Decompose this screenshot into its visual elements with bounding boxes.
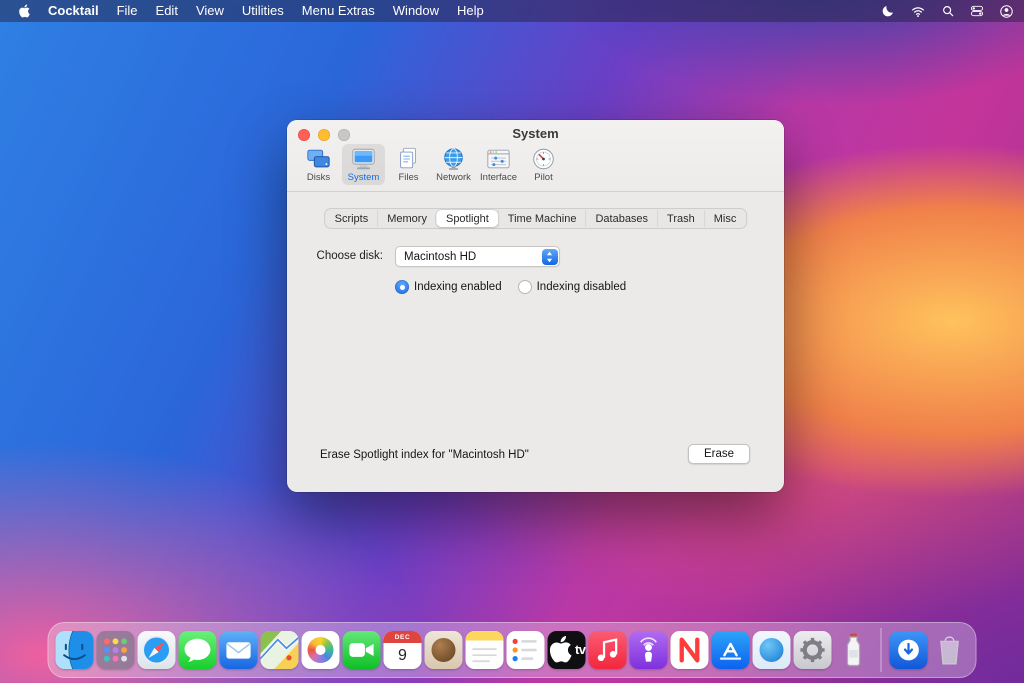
tab-scripts[interactable]: Scripts — [326, 210, 378, 227]
radio-indexing-enabled[interactable]: Indexing enabled — [395, 280, 502, 294]
dock: DEC9 tv — [48, 622, 977, 678]
menu-bar: Cocktail FileEditViewUtilitiesMenu Extra… — [0, 0, 1024, 22]
disks-icon — [305, 146, 332, 172]
toolbar-label: Interface — [480, 172, 517, 183]
control-center-icon[interactable] — [970, 4, 984, 18]
app-menu-cocktail[interactable]: Cocktail — [39, 0, 108, 22]
dock-app-brown[interactable] — [425, 631, 463, 669]
tab-time-machine[interactable]: Time Machine — [498, 210, 586, 227]
menu-items: FileEditViewUtilitiesMenu ExtrasWindowHe… — [108, 0, 493, 22]
dock-app-blue[interactable] — [753, 631, 791, 669]
calendar-day: 9 — [384, 643, 422, 669]
account-icon[interactable] — [999, 4, 1014, 19]
pilot-icon — [530, 146, 557, 172]
dock-app-store[interactable] — [712, 631, 750, 669]
apple-logo-icon[interactable] — [10, 4, 39, 19]
menu-file[interactable]: File — [108, 0, 147, 22]
dock-messages[interactable] — [179, 631, 217, 669]
wifi-icon[interactable] — [910, 4, 926, 19]
dock-finder[interactable] — [56, 631, 94, 669]
window-toolbar: Disks System Files Network Interface Pilot — [297, 144, 565, 185]
network-icon — [440, 146, 467, 172]
tab-misc[interactable]: Misc — [704, 210, 746, 227]
toolbar-disks[interactable]: Disks — [297, 144, 340, 185]
tab-trash[interactable]: Trash — [657, 210, 704, 227]
search-icon[interactable] — [941, 4, 955, 18]
dock-tv[interactable]: tv — [548, 631, 586, 669]
tab-spotlight[interactable]: Spotlight — [436, 210, 498, 227]
choose-disk-label: Choose disk: — [305, 250, 383, 262]
disk-select-value: Macintosh HD — [396, 251, 542, 263]
tv-logo-text: tv — [575, 642, 586, 657]
dock-music[interactable] — [589, 631, 627, 669]
toolbar-label: System — [348, 172, 380, 183]
calendar-month: DEC — [384, 631, 422, 643]
radio-label: Indexing enabled — [414, 281, 502, 293]
menu-help[interactable]: Help — [448, 0, 493, 22]
system-window: System Disks System Files Network Interface P… — [287, 120, 784, 492]
system-icon — [350, 146, 377, 172]
traffic-lights — [298, 129, 350, 141]
erase-caption: Erase Spotlight index for "Macintosh HD" — [320, 449, 529, 461]
radio-circle — [395, 280, 409, 294]
window-titlebar[interactable]: System Disks System Files Network Interface P… — [287, 120, 784, 192]
toolbar-pilot[interactable]: Pilot — [522, 144, 565, 185]
menu-menu-extras[interactable]: Menu Extras — [293, 0, 384, 22]
toolbar-label: Disks — [307, 172, 330, 183]
dock-reminders[interactable] — [507, 631, 545, 669]
toolbar-label: Files — [398, 172, 418, 183]
tab-bar: ScriptsMemorySpotlightTime MachineDataba… — [324, 208, 748, 229]
disk-select[interactable]: Macintosh HD — [395, 246, 560, 267]
dock-mail[interactable] — [220, 631, 258, 669]
toolbar-label: Pilot — [534, 172, 552, 183]
toolbar-network[interactable]: Network — [432, 144, 475, 185]
toolbar-files[interactable]: Files — [387, 144, 430, 185]
minimize-button[interactable] — [318, 129, 330, 141]
dock-podcasts[interactable] — [630, 631, 668, 669]
dock-maps[interactable] — [261, 631, 299, 669]
dock-downloads[interactable] — [890, 631, 928, 669]
toolbar-system[interactable]: System — [342, 144, 385, 185]
toolbar-interface[interactable]: Interface — [477, 144, 520, 185]
menu-window[interactable]: Window — [384, 0, 448, 22]
menu-utilities[interactable]: Utilities — [233, 0, 293, 22]
indexing-radio-group: Indexing enabled Indexing disabled — [395, 280, 626, 294]
dock-launchpad[interactable] — [97, 631, 135, 669]
close-button[interactable] — [298, 129, 310, 141]
dock-facetime[interactable] — [343, 631, 381, 669]
window-title: System — [287, 120, 784, 141]
radio-indexing-disabled[interactable]: Indexing disabled — [518, 280, 627, 294]
menu-edit[interactable]: Edit — [147, 0, 187, 22]
radio-label: Indexing disabled — [537, 281, 627, 293]
dock-news[interactable] — [671, 631, 709, 669]
popup-stepper-icon — [542, 249, 558, 265]
dock-separator — [876, 628, 887, 672]
files-icon — [395, 146, 422, 172]
radio-circle — [518, 280, 532, 294]
menu-left: Cocktail FileEditViewUtilitiesMenu Extra… — [10, 0, 493, 22]
tab-memory[interactable]: Memory — [377, 210, 436, 227]
interface-icon — [485, 146, 512, 172]
dock-cocktail[interactable] — [835, 631, 873, 669]
toolbar-label: Network — [436, 172, 471, 183]
window-content: ScriptsMemorySpotlightTime MachineDataba… — [287, 192, 784, 491]
erase-button[interactable]: Erase — [688, 444, 750, 464]
tab-databases[interactable]: Databases — [585, 210, 657, 227]
dock-notes[interactable] — [466, 631, 504, 669]
dark-mode-icon[interactable] — [881, 4, 895, 18]
dock-system-preferences[interactable] — [794, 631, 832, 669]
dock-safari[interactable] — [138, 631, 176, 669]
dock-photos[interactable] — [302, 631, 340, 669]
dock-calendar[interactable]: DEC9 — [384, 631, 422, 669]
menu-view[interactable]: View — [187, 0, 233, 22]
zoom-button-disabled — [338, 129, 350, 141]
dock-trash[interactable] — [931, 631, 969, 669]
menu-status-area — [881, 4, 1014, 19]
photos-pinwheel — [308, 637, 334, 663]
